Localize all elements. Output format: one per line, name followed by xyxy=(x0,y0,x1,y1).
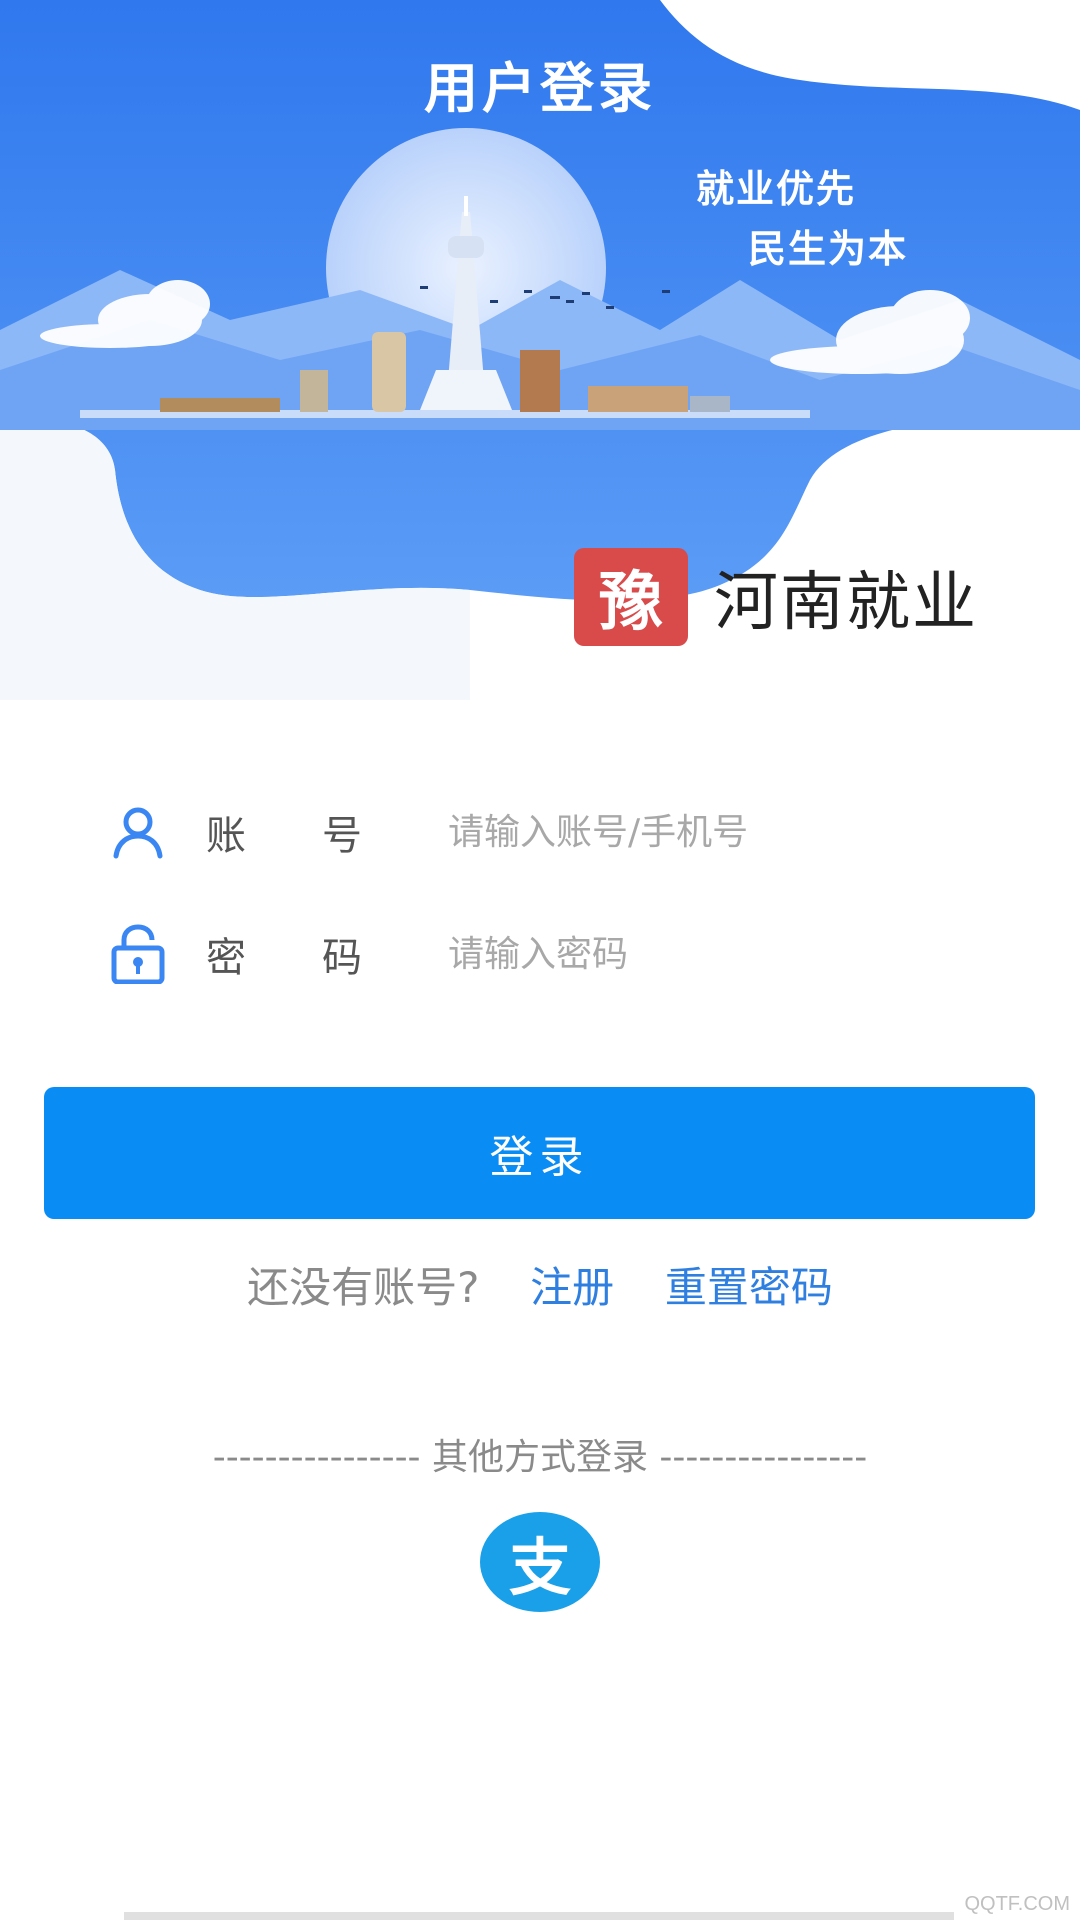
brand-name: 河南就业 xyxy=(714,566,978,640)
building-shape xyxy=(160,398,280,412)
building-shape xyxy=(690,396,730,412)
account-field-row: 账号 xyxy=(108,792,1008,872)
page-title: 用户登录 xyxy=(424,57,656,120)
account-links: 还没有账号? 注册 重置密码 xyxy=(0,1254,1080,1315)
user-icon xyxy=(108,802,168,862)
building-shape xyxy=(520,350,560,412)
slogan-line2: 民生为本 xyxy=(748,227,909,271)
register-link[interactable]: 注册 xyxy=(530,1263,614,1312)
reset-password-link[interactable]: 重置密码 xyxy=(665,1263,833,1312)
password-input[interactable] xyxy=(446,932,910,976)
account-label: 账号 xyxy=(206,813,438,859)
alipay-icon[interactable]: 支 xyxy=(480,1512,600,1612)
account-input[interactable] xyxy=(446,810,910,854)
login-button[interactable]: 登录 xyxy=(44,1087,1035,1219)
password-field-row: 密码 xyxy=(108,914,1008,994)
brand: 豫 河南就业 xyxy=(574,548,978,646)
password-label: 密码 xyxy=(206,935,438,981)
brand-logo: 豫 xyxy=(574,548,688,646)
no-account-prompt: 还没有账号? xyxy=(247,1263,480,1312)
other-login-label: ---------------- 其他方式登录 ---------------- xyxy=(212,1437,868,1478)
watermark: QQTF.COM xyxy=(964,1893,1070,1915)
alipay-glyph: 支 xyxy=(508,1531,571,1604)
slogan-line1: 就业优先 xyxy=(696,167,857,211)
bottom-indicator xyxy=(124,1912,954,1920)
building-shape xyxy=(300,370,328,412)
lock-icon xyxy=(108,924,168,984)
building-shape xyxy=(588,386,688,412)
building-shape xyxy=(372,332,406,412)
